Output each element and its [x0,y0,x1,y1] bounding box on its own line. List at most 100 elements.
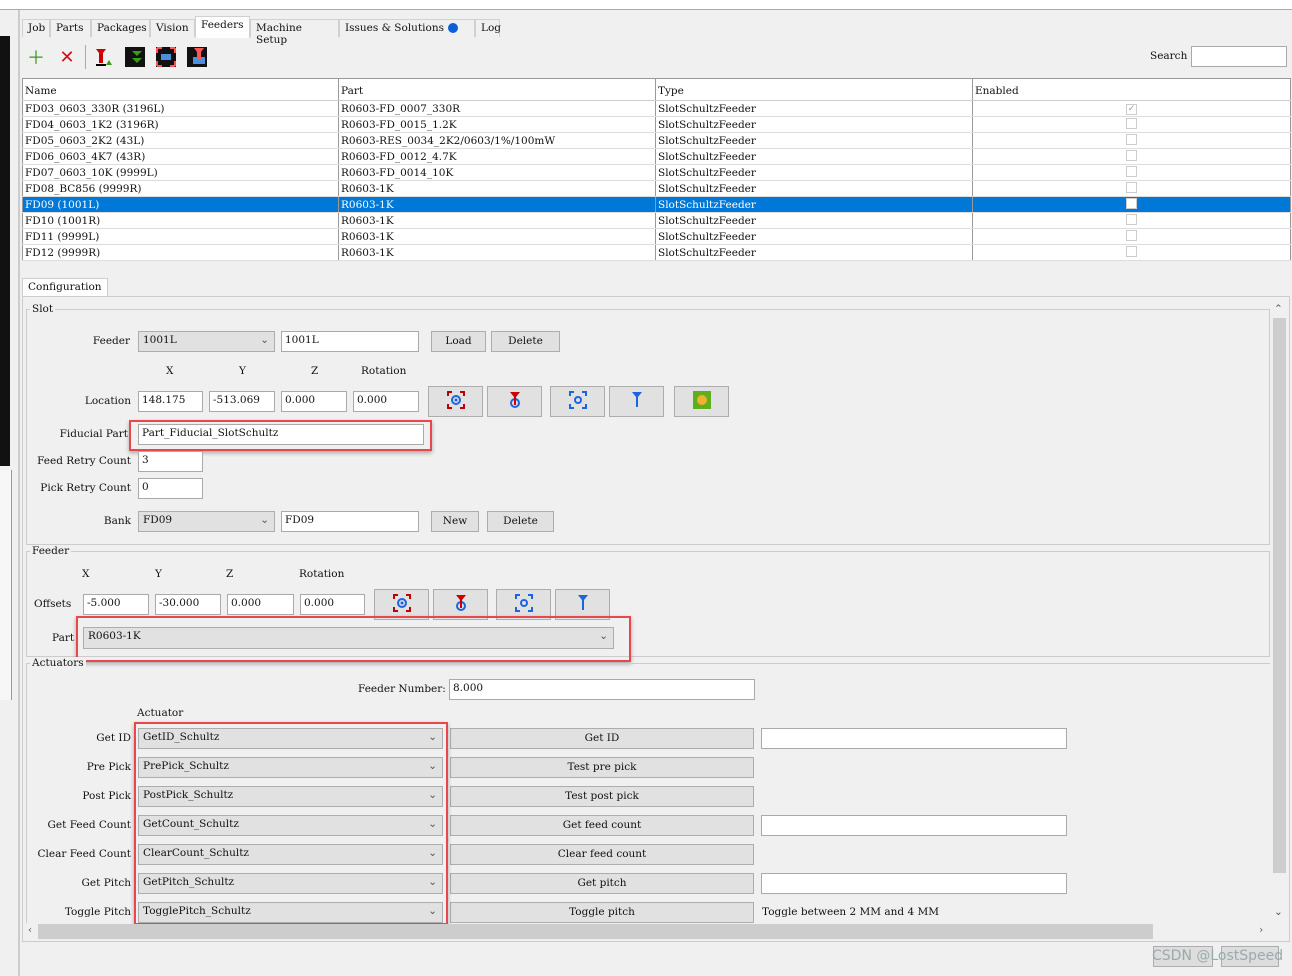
capture-tool-button[interactable] [487,386,542,417]
enabled-checkbox[interactable] [1126,117,1137,129]
col-y: Y [155,568,162,580]
location-label: Location [84,395,131,407]
table-row[interactable]: FD05_0603_2K2 (43L) R0603-RES_0034_2K2/06… [22,132,1291,149]
scroll-down-icon[interactable]: ⌄ [1274,906,1283,918]
tab-feeders[interactable]: Feeders [195,16,250,38]
tab-job[interactable]: Job [22,19,50,37]
nozzle-capture-icon [452,594,470,615]
table-row[interactable]: FD11 (9999L) R0603-1K SlotSchultzFeeder [22,228,1291,245]
tab-parts[interactable]: Parts [50,19,91,37]
actuator-action-button[interactable]: Test post pick [450,786,754,807]
feeder-select[interactable]: 1001L ⌄ [138,331,275,352]
enabled-checkbox[interactable] [1126,197,1137,209]
feeder-number-input[interactable]: 8.000 [449,679,755,700]
delete-feeder-button[interactable]: Delete [491,331,560,352]
location-y[interactable]: -513.069 [209,391,275,412]
column-header-type[interactable]: Type [655,78,973,101]
actuator-action-button[interactable]: Get ID [450,728,754,749]
scroll-up-icon[interactable]: ⌃ [1274,303,1283,315]
new-bank-button[interactable]: New [431,511,479,532]
enabled-checkbox[interactable] [1126,181,1137,193]
load-button[interactable]: Load [431,331,486,352]
actuator-row-label: Get Pitch [81,877,131,889]
actuator-action-button[interactable]: Clear feed count [450,844,754,865]
actuator-row-label: Pre Pick [86,761,131,773]
actuator-result-field[interactable] [761,728,1067,749]
table-row[interactable]: FD09 (1001L) R0603-1K SlotSchultzFeeder [22,196,1291,213]
offset-z[interactable]: 0.000 [227,594,294,615]
offset-x[interactable]: -5.000 [83,594,149,615]
cell-type: SlotSchultzFeeder [655,244,973,261]
table-row[interactable]: FD06_0603_4K7 (43R) R0603-FD_0012_4.7K Slo… [22,148,1291,165]
feeder-name-input[interactable]: 1001L [281,331,419,352]
location-x[interactable]: 148.175 [138,391,203,412]
column-header-name[interactable]: Name [22,78,339,101]
side-panel-lower [0,470,12,700]
table-row[interactable]: FD10 (1001R) R0603-1K SlotSchultzFeeder [22,212,1291,229]
cell-enabled [972,228,1291,245]
actuator-action-button[interactable]: Toggle pitch [450,902,754,923]
enabled-checkbox[interactable]: ✓ [1126,104,1137,115]
enabled-checkbox[interactable] [1126,213,1137,225]
cell-name: FD07_0603_10K (9999L) [22,164,339,181]
nozzle-move-icon[interactable] [187,47,207,67]
offset-rotation[interactable]: 0.000 [300,594,365,615]
splitter[interactable] [18,10,20,976]
enabled-checkbox[interactable] [1126,149,1137,161]
table-row[interactable]: FD03_0603_330R (3196L) R0603-FD_0007_330R… [22,100,1291,117]
table-row[interactable]: FD12 (9999R) R0603-1K SlotSchultzFeeder [22,244,1291,261]
pick-test-button[interactable] [674,386,729,417]
tab-issues-solutions[interactable]: Issues & Solutions [339,19,475,37]
capture-camera-button[interactable] [428,386,483,417]
enabled-checkbox[interactable] [1126,229,1137,241]
pick-icon[interactable] [125,47,145,67]
cell-name: FD04_0603_1K2 (3196R) [22,116,339,133]
tab-packages[interactable]: Packages [91,19,150,37]
horizontal-scrollbar-thumb[interactable] [38,924,1153,939]
actuator-result-field[interactable] [761,873,1067,894]
tab-label: Packages [97,22,147,34]
tab-label: Issues & Solutions [345,22,444,34]
column-header-enabled[interactable]: Enabled [972,78,1291,101]
cell-type: SlotSchultzFeeder [655,100,973,117]
enabled-checkbox[interactable] [1126,133,1137,145]
search-input[interactable] [1191,46,1287,67]
actuator-action-button[interactable]: Test pre pick [450,757,754,778]
actuator-result-field[interactable] [761,815,1067,836]
tab-log[interactable]: Log [475,19,501,37]
actuator-action-button[interactable]: Get feed count [450,815,754,836]
feeder-number-label: Feeder Number: [358,683,446,695]
bank-select-value: FD09 [143,514,173,526]
tab-label: Machine Setup [256,22,302,46]
table-row[interactable]: FD04_0603_1K2 (3196R) R0603-FD_0015_1.2K S… [22,116,1291,133]
table-row[interactable]: FD07_0603_10K (9999L) R0603-FD_0014_10K Sl… [22,164,1291,181]
tab-configuration[interactable]: Configuration [22,278,108,297]
enabled-checkbox[interactable] [1126,245,1137,257]
scroll-right-icon[interactable]: › [1259,924,1263,936]
feed-retry-input[interactable]: 3 [138,451,203,472]
tab-vision[interactable]: Vision [150,19,195,37]
offset-y[interactable]: -30.000 [155,594,221,615]
move-camera-button[interactable] [550,386,605,417]
col-x: X [82,568,90,580]
actuator-note: Toggle between 2 MM and 4 MM [762,906,939,918]
bank-name-input[interactable]: FD09 [281,511,419,532]
tab-machine-setup[interactable]: Machine Setup [250,19,339,46]
bank-select[interactable]: FD09 ⌄ [138,511,275,532]
cell-type: SlotSchultzFeeder [655,196,973,213]
table-row[interactable]: FD08_BC856 (9999R) R0603-1K SlotSchultzFee… [22,180,1291,197]
vertical-scrollbar-thumb[interactable] [1273,318,1286,873]
feed-icon[interactable] [94,47,114,67]
location-rotation[interactable]: 0.000 [353,391,419,412]
actuator-action-button[interactable]: Get pitch [450,873,754,894]
location-z[interactable]: 0.000 [281,391,347,412]
camera-move-icon[interactable] [156,47,176,67]
delete-bank-button[interactable]: Delete [487,511,554,532]
scroll-left-icon[interactable]: ‹ [28,924,32,936]
column-header-part[interactable]: Part [338,78,656,101]
move-tool-button[interactable] [609,386,664,417]
enabled-checkbox[interactable] [1126,165,1137,177]
delete-icon[interactable]: ✕ [57,47,77,68]
pick-retry-input[interactable]: 0 [138,478,203,499]
add-icon[interactable]: ＋ [26,47,46,69]
